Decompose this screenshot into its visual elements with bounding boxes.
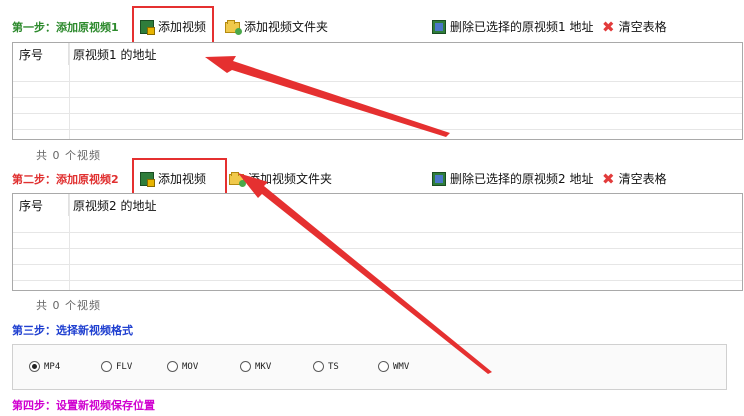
- annotation-arrows: [205, 56, 492, 374]
- arrow-to-step2-add-video: [238, 173, 492, 374]
- arrow-to-step1-add-video: [205, 56, 450, 137]
